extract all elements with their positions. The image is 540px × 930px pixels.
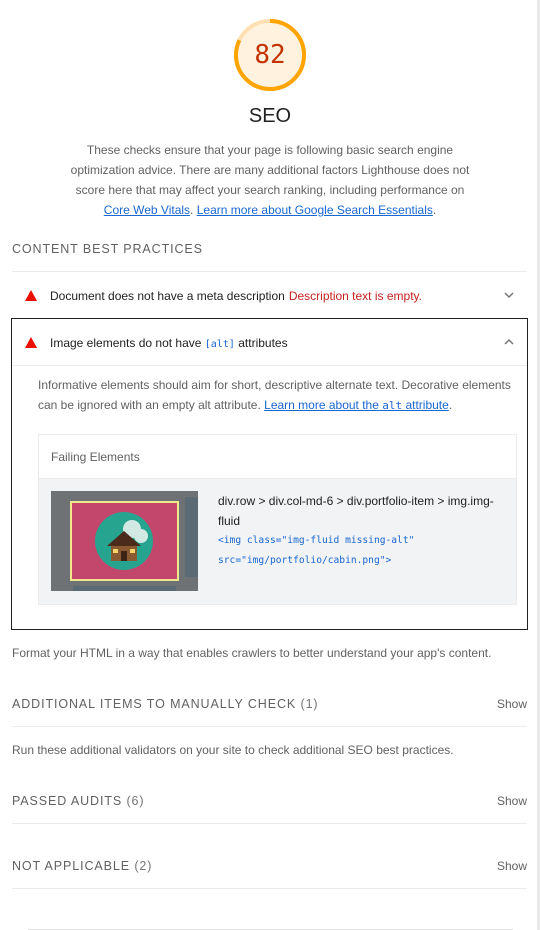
warning-triangle-icon bbox=[25, 290, 37, 301]
category-title: SEO bbox=[248, 105, 292, 127]
passed-audits-title-text: PASSED AUDITS bbox=[12, 794, 123, 808]
chevron-down-icon[interactable] bbox=[503, 291, 515, 299]
audit-title-after: attributes bbox=[238, 336, 288, 350]
not-applicable-count: (2) bbox=[134, 859, 153, 873]
manual-checks-title[interactable]: ADDITIONAL ITEMS TO MANUALLY CHECK (1) bbox=[12, 697, 319, 711]
chevron-up-icon[interactable] bbox=[503, 338, 515, 346]
audit-image-alt-expanded: Image elements do not have [alt] attribu… bbox=[11, 318, 528, 630]
separator-period: . bbox=[190, 203, 194, 217]
divider bbox=[12, 823, 527, 824]
passed-audits-count: (6) bbox=[126, 794, 145, 808]
element-snippet: <img class="img-fluid missing-alt" src="… bbox=[218, 531, 508, 570]
end-period: . bbox=[432, 203, 437, 217]
category-description-text: These checks ensure that your page is fo… bbox=[70, 143, 470, 197]
element-selector: div.row > div.col-md-6 > div.portfolio-i… bbox=[218, 494, 494, 528]
audit-title: Image elements do not have [alt] attribu… bbox=[50, 336, 288, 350]
core-web-vitals-link[interactable]: Core Web Vitals bbox=[104, 203, 190, 217]
audit-title-before: Image elements do not have bbox=[50, 336, 202, 350]
passed-audits-show-toggle[interactable]: Show bbox=[497, 794, 527, 808]
audit-title-code: [alt] bbox=[204, 339, 235, 350]
divider bbox=[12, 365, 527, 366]
audit-title: Document does not have a meta descriptio… bbox=[50, 289, 422, 303]
snippet-line-1: <img class="img-fluid missing-alt" bbox=[218, 535, 415, 546]
learn-more-text: Learn more about the bbox=[264, 398, 379, 412]
not-applicable-show-toggle[interactable]: Show bbox=[497, 859, 527, 873]
failing-element-row[interactable]: div.row > div.col-md-6 > div.portfolio-i… bbox=[39, 479, 516, 604]
not-applicable-title-text: NOT APPLICABLE bbox=[12, 859, 130, 873]
score-gauge[interactable]: 82 bbox=[233, 18, 307, 92]
category-description: These checks ensure that your page is fo… bbox=[60, 140, 480, 220]
learn-more-text-after: attribute bbox=[405, 398, 449, 412]
manual-checks-title-text: ADDITIONAL ITEMS TO MANUALLY CHECK bbox=[12, 697, 297, 711]
learn-more-period: . bbox=[448, 398, 453, 412]
score-value: 82 bbox=[254, 40, 286, 70]
divider bbox=[12, 888, 527, 889]
learn-more-alt-link[interactable]: Learn more about the alt attribute bbox=[264, 398, 449, 412]
failing-elements-table: Failing Elements div.row > div.col-md-6 … bbox=[38, 434, 517, 605]
audit-title-text: Document does not have a meta descriptio… bbox=[50, 289, 285, 303]
cabin-thumbnail[interactable] bbox=[51, 491, 198, 591]
audit-image-alt-header[interactable]: Image elements do not have [alt] attribu… bbox=[12, 319, 527, 365]
not-applicable-title[interactable]: NOT APPLICABLE (2) bbox=[12, 859, 152, 873]
manual-checks-description: Run these additional validators on your … bbox=[12, 743, 454, 757]
passed-audits-title[interactable]: PASSED AUDITS (6) bbox=[12, 794, 144, 808]
audit-display-value: Description text is empty. bbox=[288, 289, 422, 303]
audit-meta-description[interactable]: Document does not have a meta descriptio… bbox=[12, 272, 527, 318]
warning-triangle-icon bbox=[25, 337, 37, 348]
failing-elements-header: Failing Elements bbox=[39, 435, 516, 479]
content-best-practices-title: CONTENT BEST PRACTICES bbox=[12, 242, 203, 256]
content-best-practices-description: Format your HTML in a way that enables c… bbox=[12, 646, 492, 660]
manual-checks-count: (1) bbox=[300, 697, 319, 711]
divider bbox=[12, 726, 527, 727]
learn-more-code: alt bbox=[382, 399, 403, 412]
snippet-line-2: src="img/portfolio/cabin.png"> bbox=[218, 554, 392, 566]
audit-description: Informative elements should aim for shor… bbox=[38, 375, 518, 416]
manual-checks-show-toggle[interactable]: Show bbox=[497, 697, 527, 711]
search-essentials-link[interactable]: Learn more about Google Search Essential… bbox=[197, 203, 433, 217]
